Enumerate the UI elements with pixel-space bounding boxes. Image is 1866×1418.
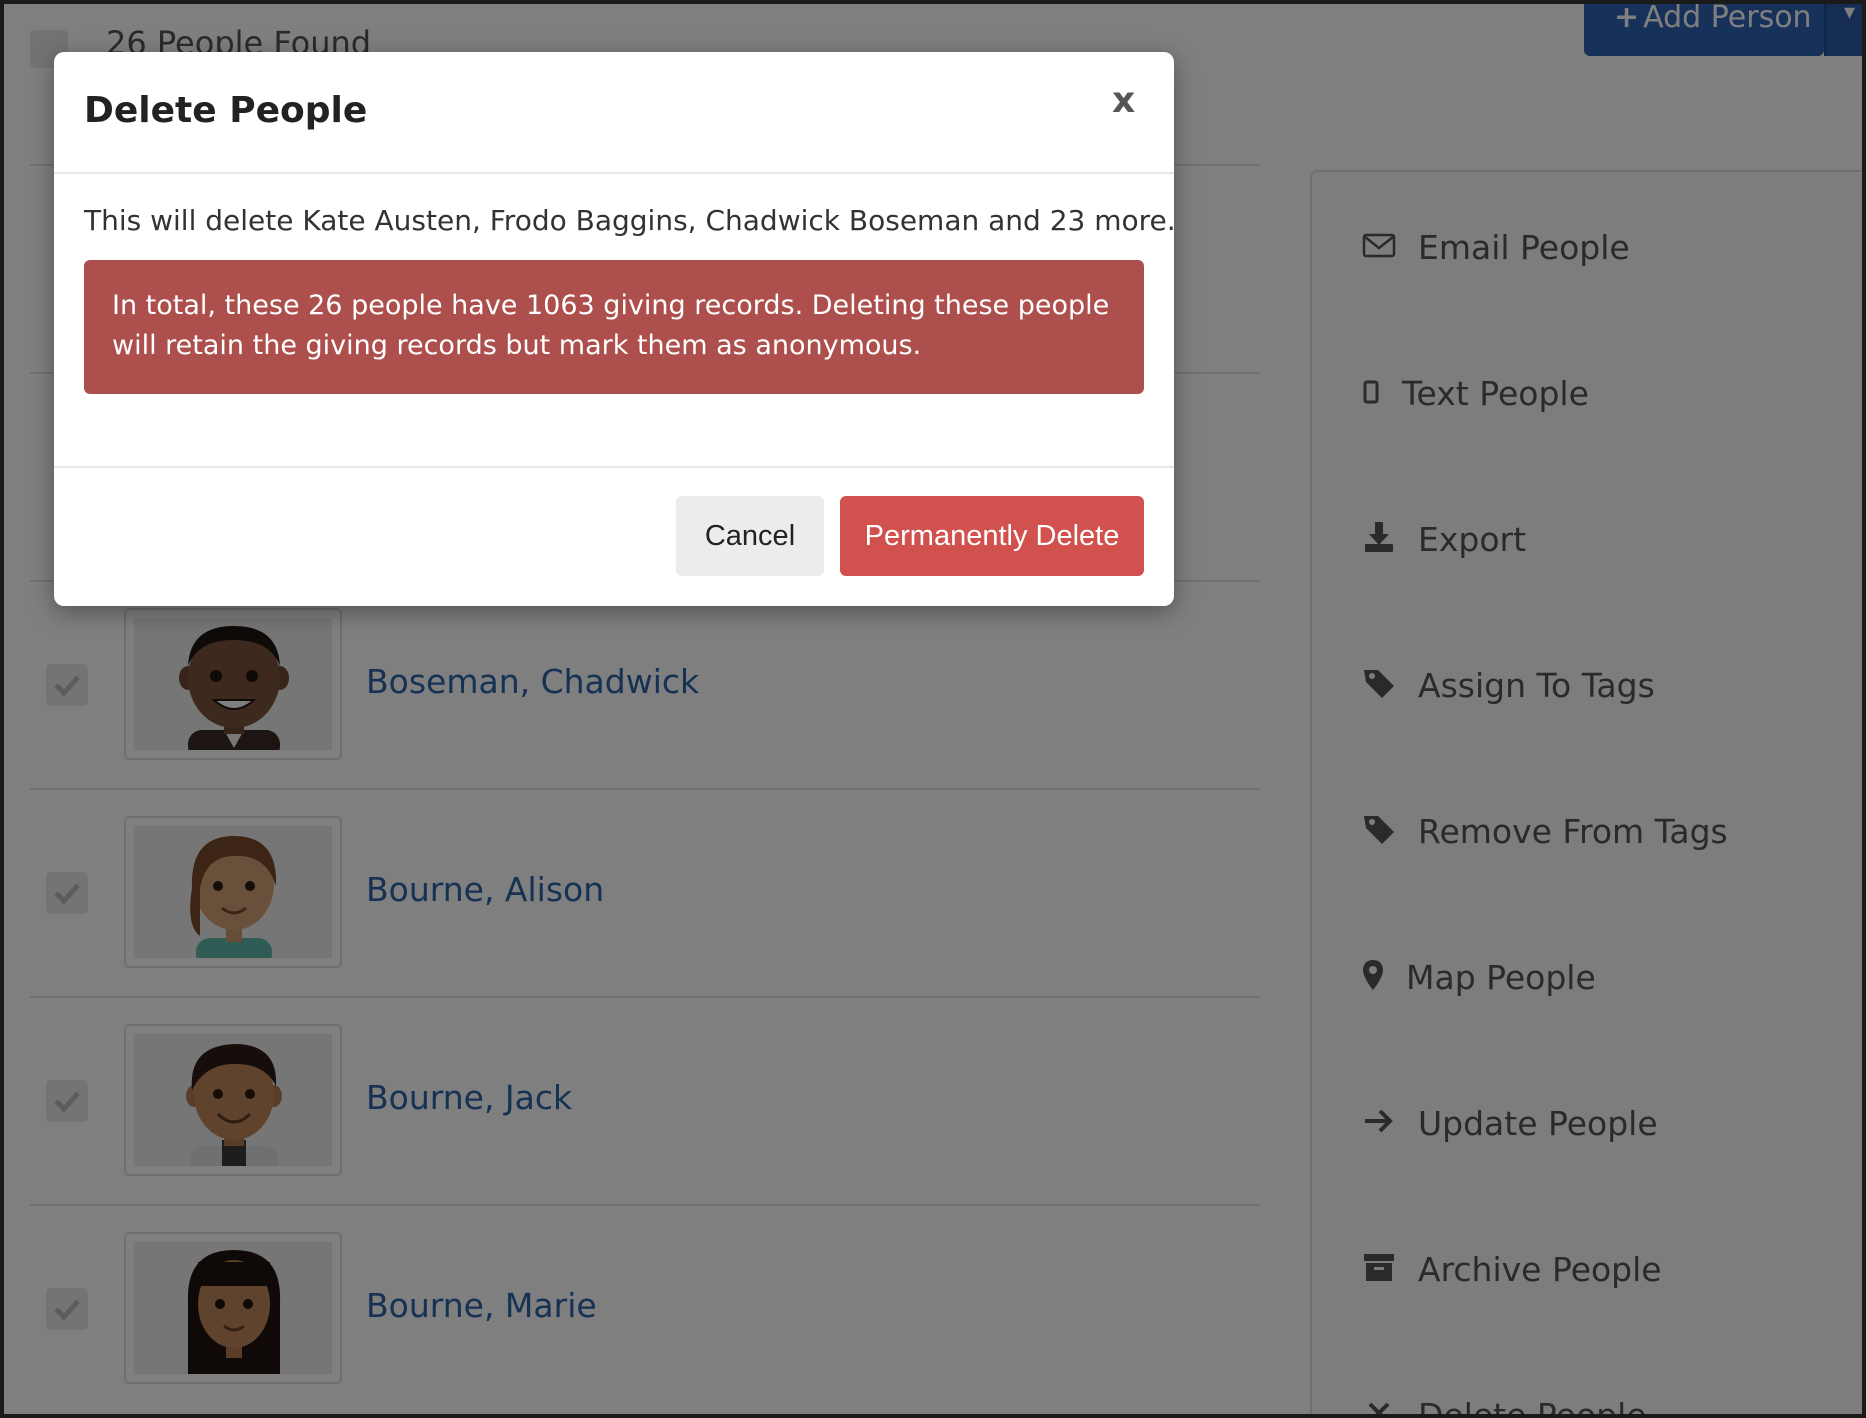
cancel-button[interactable]: Cancel [676,496,824,576]
delete-people-dialog: Delete People x This will delete Kate Au… [54,52,1176,606]
danger-alert: In total, these 26 people have 1063 givi… [84,260,1144,394]
dialog-message: This will delete Kate Austen, Frodo Bagg… [84,204,1176,237]
divider [54,466,1174,468]
page: 26 People Found +Add Person ▾ [0,0,1866,1418]
divider [54,172,1174,174]
alert-text-line: will retain the giving records but mark … [112,330,922,361]
alert-text-line: In total, these 26 people have 1063 givi… [112,290,1110,321]
dialog-title: Delete People [84,90,368,131]
close-icon[interactable]: x [1112,80,1135,121]
permanently-delete-button[interactable]: Permanently Delete [840,496,1144,576]
